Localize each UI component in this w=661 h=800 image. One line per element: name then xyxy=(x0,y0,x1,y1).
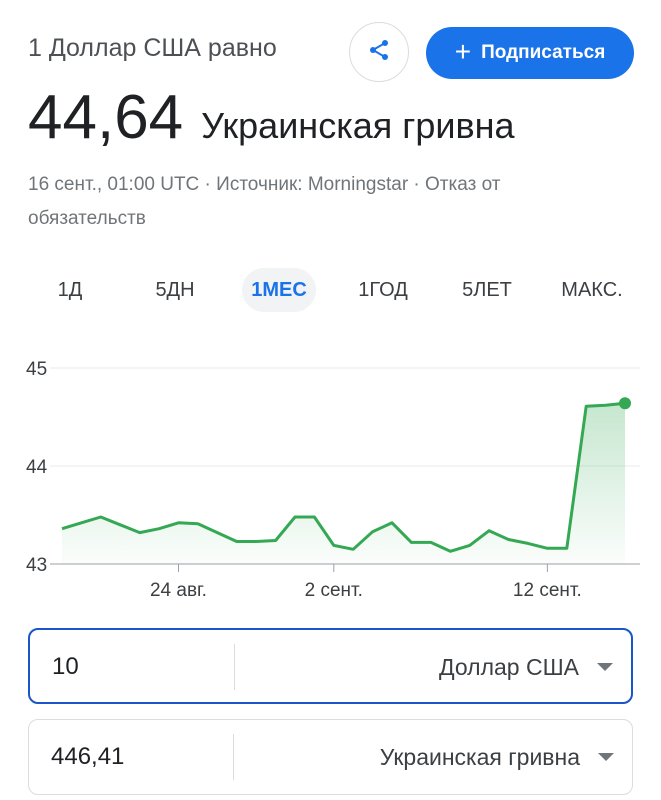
tab-1m[interactable]: 1МЕС xyxy=(242,268,316,312)
y-tick-label: 44 xyxy=(26,457,48,478)
share-icon xyxy=(367,38,391,67)
rate-value: 44,64 xyxy=(28,83,184,152)
chart-area-fill xyxy=(62,403,625,564)
plus-icon: + xyxy=(454,35,472,67)
current-value-point xyxy=(619,397,631,410)
subscribe-button[interactable]: + Подписаться xyxy=(426,27,634,79)
y-tick-label: 45 xyxy=(26,359,47,380)
converter-from-row: 10 Доллар США xyxy=(28,628,633,704)
rate-subtitle: 1 Доллар США равно xyxy=(28,34,277,62)
rate-value-block: 44,64 Украинская гривна xyxy=(28,82,515,153)
x-tick-label: 24 авг. xyxy=(150,580,207,601)
chart-series-line xyxy=(61,401,626,553)
to-currency-label: Украинская гривна xyxy=(379,744,580,770)
to-amount-input[interactable]: 446,41 xyxy=(51,720,124,794)
y-tick-label: 43 xyxy=(26,555,47,576)
from-currency-label: Доллар США xyxy=(439,654,579,680)
converter-to-row: 446,41 Украинская гривна xyxy=(28,719,633,795)
from-amount-input[interactable]: 10 xyxy=(52,630,79,704)
range-tabs: 1Д 5ДН 1МЕС 1ГОД 5ЛЕТ МАКС. xyxy=(0,268,661,314)
from-currency-select[interactable]: Доллар США xyxy=(439,630,613,704)
target-currency-name: Украинская гривна xyxy=(201,105,515,146)
tab-1d[interactable]: 1Д xyxy=(40,268,100,312)
to-currency-select[interactable]: Украинская гривна xyxy=(380,720,614,794)
source-line: 16 сент., 01:00 UTC · Источник: Mornings… xyxy=(28,174,501,229)
chevron-down-icon xyxy=(598,753,614,761)
converter-divider xyxy=(234,644,235,690)
chevron-down-icon xyxy=(597,663,613,671)
tab-5y[interactable]: 5ЛЕТ xyxy=(452,268,522,312)
x-tick-label: 12 сент. xyxy=(513,580,582,601)
share-button[interactable] xyxy=(349,22,409,82)
tab-max[interactable]: МАКС. xyxy=(552,268,632,312)
tab-1y[interactable]: 1ГОД xyxy=(346,268,420,312)
x-tick-label: 2 сент. xyxy=(305,580,363,601)
subscribe-label: Подписаться xyxy=(481,42,606,63)
tab-5d[interactable]: 5ДН xyxy=(140,268,210,312)
rate-chart: 45 44 43 24 авг. 2 сент. 12 сент. xyxy=(26,359,640,601)
converter-divider xyxy=(233,734,234,780)
